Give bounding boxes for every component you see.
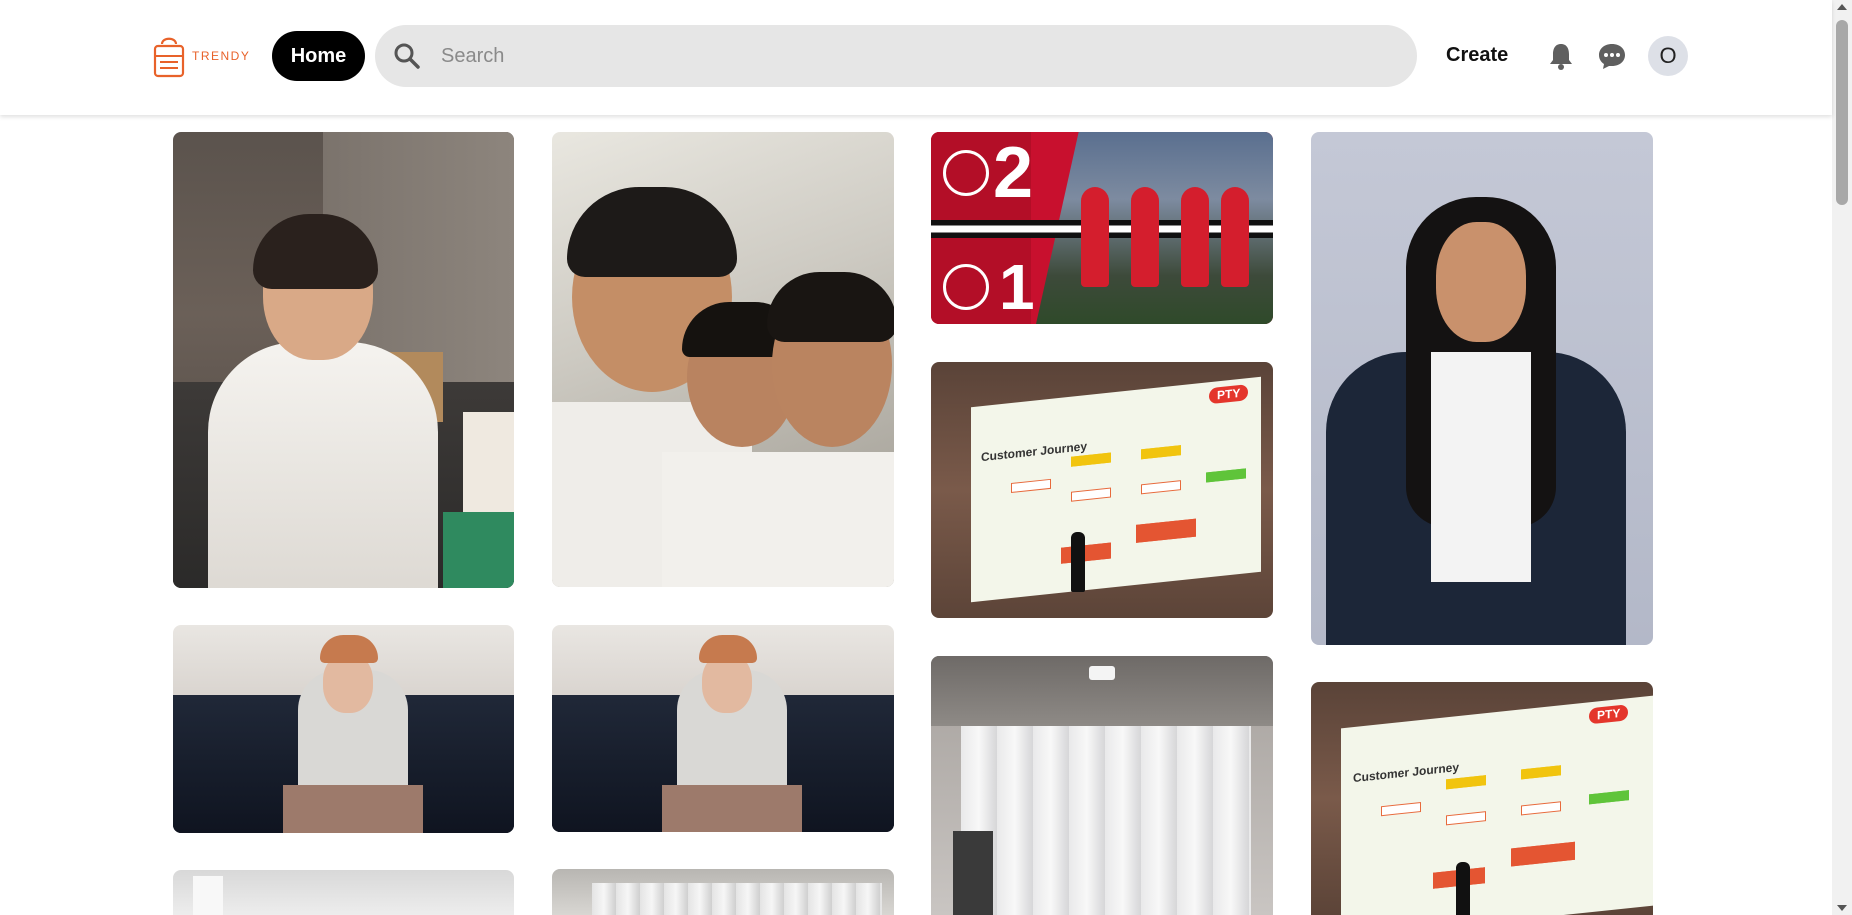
pin-shirt	[662, 452, 894, 587]
slide-node	[1381, 801, 1421, 817]
pin-image[interactable]	[931, 656, 1273, 915]
pin-pants	[662, 785, 802, 832]
slide-node	[1446, 775, 1486, 790]
pin-light	[1089, 666, 1115, 680]
slide-node	[1141, 480, 1181, 495]
logo[interactable]: TRENDY	[152, 34, 250, 78]
top-nav: TRENDY Home Create O	[0, 0, 1832, 115]
scrollbar-thumb[interactable]	[1836, 20, 1848, 205]
slide-tag: PTY	[1589, 704, 1629, 725]
logo-text: TRENDY	[192, 49, 251, 63]
slide-node	[1141, 445, 1181, 460]
pin-image[interactable]	[1311, 132, 1653, 645]
pin-hair	[567, 187, 737, 277]
pin-image[interactable]: Customer Journey PTY	[1311, 682, 1653, 915]
slide-title: Customer Journey	[1353, 759, 1460, 786]
slide-node	[1136, 518, 1196, 543]
slide-node	[1071, 452, 1111, 467]
slide-node	[1206, 468, 1246, 483]
pin-mirror	[953, 831, 993, 915]
bell-icon[interactable]	[1548, 42, 1574, 70]
slide-node	[1061, 542, 1111, 564]
pin-player	[1181, 187, 1209, 287]
club-crest-icon	[943, 150, 989, 196]
pin-slide: Customer Journey PTY	[1341, 695, 1653, 915]
trendy-logo-icon	[153, 37, 185, 78]
slide-node	[1071, 487, 1111, 502]
pin-image[interactable]	[552, 132, 894, 587]
pin-image[interactable]	[173, 132, 514, 588]
search-bar[interactable]	[375, 25, 1417, 87]
score-bottom: 1	[999, 251, 1035, 323]
pin-face	[1436, 222, 1526, 342]
pin-curtain	[961, 726, 1251, 915]
pin-box	[463, 412, 514, 522]
slide-node	[1589, 790, 1629, 805]
pin-person-body	[208, 342, 438, 588]
home-button[interactable]: Home	[272, 31, 365, 81]
pin-cap	[699, 635, 757, 663]
scrollbar[interactable]	[1832, 0, 1852, 915]
pin-image[interactable]: Customer Journey PTY	[931, 362, 1273, 618]
chat-icon[interactable]	[1598, 42, 1626, 70]
pin-slide: Customer Journey PTY	[971, 376, 1261, 603]
pin-pants	[283, 785, 423, 833]
pin-curtain	[592, 883, 882, 915]
avatar[interactable]: O	[1648, 36, 1688, 76]
pin-image[interactable]: 2 1	[931, 132, 1273, 324]
pin-hair	[767, 272, 894, 342]
pin-image[interactable]	[173, 625, 514, 833]
slide-node	[1521, 801, 1561, 816]
page: TRENDY Home Create O	[0, 0, 1852, 915]
scroll-down-arrow-icon[interactable]	[1837, 905, 1847, 911]
pin-player	[1221, 187, 1249, 287]
pin-speaker	[1071, 532, 1085, 592]
slide-tag: PTY	[1209, 384, 1249, 405]
pin-cap	[320, 635, 378, 663]
scroll-up-arrow-icon[interactable]	[1837, 4, 1847, 10]
club-crest-icon	[943, 264, 989, 310]
pin-shirt	[1431, 352, 1531, 582]
pin-image[interactable]	[173, 870, 514, 915]
slide-node	[1011, 478, 1051, 494]
score-top: 2	[993, 133, 1034, 213]
slide-node	[1446, 811, 1486, 826]
slide-node	[1511, 841, 1575, 867]
create-link[interactable]: Create	[1446, 44, 1508, 67]
pin-green-object	[443, 512, 514, 588]
pin-speaker	[1456, 862, 1470, 915]
pin-image[interactable]	[552, 869, 894, 915]
pin-player	[1131, 187, 1159, 287]
pin-player	[1081, 187, 1109, 287]
search-icon	[394, 43, 420, 69]
pin-image[interactable]	[552, 625, 894, 832]
slide-node	[1521, 765, 1561, 780]
search-input[interactable]	[441, 44, 1381, 68]
pin-door	[193, 876, 223, 915]
